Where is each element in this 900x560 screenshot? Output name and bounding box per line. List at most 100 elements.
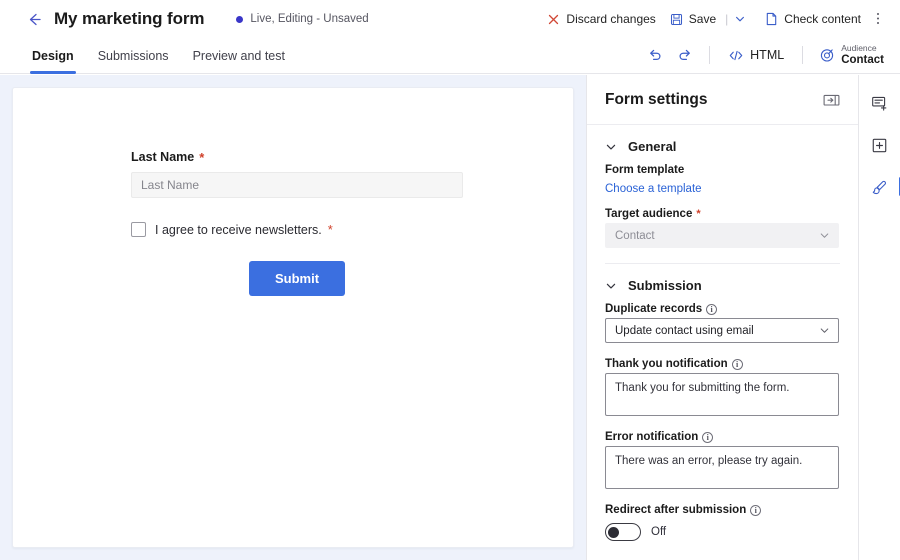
add-element-icon (872, 138, 887, 152)
tab-design[interactable]: Design (20, 38, 86, 74)
settings-panel-body: General Form template Choose a template … (587, 125, 858, 557)
tab-submissions[interactable]: Submissions (86, 38, 181, 74)
tab-design-label: Design (32, 48, 74, 63)
tab-preview-and-test[interactable]: Preview and test (181, 38, 297, 74)
save-label: Save (688, 12, 717, 26)
choose-template-link[interactable]: Choose a template (605, 183, 702, 195)
newsletter-consent-row[interactable]: I agree to receive newsletters. * (131, 222, 463, 237)
rail-add-section-button[interactable] (865, 89, 895, 117)
newsletter-label-text: I agree to receive newsletters. (155, 222, 322, 237)
page-title: My marketing form (54, 9, 205, 28)
target-bullseye-icon (821, 49, 834, 63)
target-audience-label: Target audience * (605, 208, 840, 220)
more-vertical-icon (876, 12, 880, 24)
rail-styles-button[interactable] (865, 173, 900, 201)
section-submission-body: Duplicate records i Update contact using… (587, 303, 858, 541)
error-notification-textarea[interactable] (605, 446, 839, 489)
styles-brush-icon (872, 180, 887, 194)
section-submission-header[interactable]: Submission (587, 264, 858, 303)
status-text: Live, Editing - Unsaved (250, 13, 369, 25)
save-dropdown-button[interactable] (730, 8, 750, 30)
duplicate-records-label: Duplicate records i (605, 303, 840, 315)
more-options-icon[interactable] (868, 6, 888, 33)
newsletter-label: I agree to receive newsletters. * (155, 223, 333, 237)
info-circle-icon[interactable]: i (750, 504, 762, 516)
settings-panel-header: Form settings (587, 75, 858, 125)
floppy-disk-icon (670, 13, 682, 25)
top-bar-actions: Discard changes Save | Check content (540, 6, 888, 33)
form-canvas-area: Last Name * I agree to receive newslette… (0, 75, 586, 560)
chevron-down-icon (819, 230, 830, 241)
html-label: HTML (750, 48, 785, 63)
chevron-down-icon (819, 325, 830, 336)
error-label-text: Error notification (605, 431, 699, 443)
document-icon (767, 12, 777, 26)
tab-preview-label: Preview and test (192, 48, 285, 63)
newsletter-checkbox[interactable] (131, 222, 146, 237)
tab-list: Design Submissions Preview and test (20, 38, 297, 74)
thank-you-label-text: Thank you notification (605, 358, 728, 370)
collapse-panel-button[interactable] (820, 90, 842, 110)
last-name-label-text: Last Name (131, 150, 195, 164)
required-asterisk: * (199, 149, 205, 165)
undo-button[interactable] (641, 42, 669, 68)
check-content-button[interactable]: Check content (758, 7, 868, 31)
tab-submissions-label: Submissions (97, 48, 169, 63)
tab-bar-actions: HTML Audience Contact (641, 42, 892, 69)
duplicate-records-select[interactable]: Update contact using email (605, 318, 839, 343)
info-circle-icon[interactable]: i (702, 431, 714, 443)
redo-button[interactable] (671, 42, 699, 68)
thank-you-notification-label: Thank you notification i (605, 358, 840, 370)
target-audience-select[interactable]: Contact (605, 223, 839, 248)
form-settings-panel: Form settings General Form template Choo… (586, 75, 858, 560)
submit-button[interactable]: Submit (248, 261, 346, 296)
audience-selector[interactable]: Audience Contact (813, 42, 892, 69)
html-button[interactable]: HTML (720, 44, 792, 66)
redirect-after-submission-label: Redirect after submission i (605, 504, 840, 516)
undo-arrow-icon (650, 50, 661, 61)
thank-you-notification-textarea[interactable] (605, 373, 839, 416)
last-name-label: Last Name * (131, 150, 463, 164)
rail-add-element-button[interactable] (865, 131, 895, 159)
tab-bar: Design Submissions Preview and test HTML… (0, 38, 900, 74)
redirect-toggle[interactable] (605, 523, 641, 541)
top-command-bar: My marketing form Live, Editing - Unsave… (0, 0, 900, 38)
redirect-toggle-state: Off (651, 526, 667, 538)
divider (709, 46, 711, 65)
form-card[interactable]: Last Name * I agree to receive newslette… (12, 87, 574, 548)
status-dot-icon (236, 15, 244, 23)
audience-caption: Audience (841, 43, 877, 53)
duplicate-records-label-text: Duplicate records (605, 303, 703, 315)
toggle-knob (608, 526, 619, 538)
discard-changes-button[interactable]: Discard changes (540, 7, 662, 31)
save-button[interactable]: Save (663, 7, 723, 31)
redirect-toggle-row: Off (605, 523, 840, 541)
form-editor-app: My marketing form Live, Editing - Unsave… (0, 0, 900, 560)
info-circle-icon[interactable]: i (706, 303, 718, 315)
section-submission-title: Submission (628, 278, 702, 293)
check-content-label: Check content (784, 12, 861, 26)
back-arrow-icon[interactable] (20, 5, 48, 33)
collapse-panel-right-icon (823, 94, 839, 106)
form-fields: Last Name * I agree to receive newslette… (131, 150, 463, 296)
section-general-title: General (628, 139, 677, 154)
chevron-down-icon (606, 144, 616, 149)
divider (802, 46, 804, 65)
redirect-label-text: Redirect after submission (605, 504, 747, 516)
submit-wrapper: Submit (131, 261, 463, 296)
discard-changes-label: Discard changes (566, 12, 656, 26)
audience-value: Contact (841, 53, 884, 66)
add-section-icon (872, 96, 887, 111)
close-x-icon (549, 14, 559, 24)
section-general-header[interactable]: General (587, 125, 858, 164)
chevron-down-icon (736, 16, 745, 22)
code-brackets-icon (729, 50, 743, 61)
redo-arrow-icon (679, 50, 691, 61)
target-audience-value: Contact (615, 229, 655, 242)
settings-panel-title: Form settings (605, 90, 708, 108)
section-general-body: Form template Choose a template Target a… (587, 164, 858, 264)
duplicate-records-value: Update contact using email (615, 324, 754, 337)
last-name-input[interactable] (131, 172, 463, 198)
info-circle-icon[interactable]: i (731, 358, 743, 370)
required-asterisk: * (696, 207, 701, 220)
